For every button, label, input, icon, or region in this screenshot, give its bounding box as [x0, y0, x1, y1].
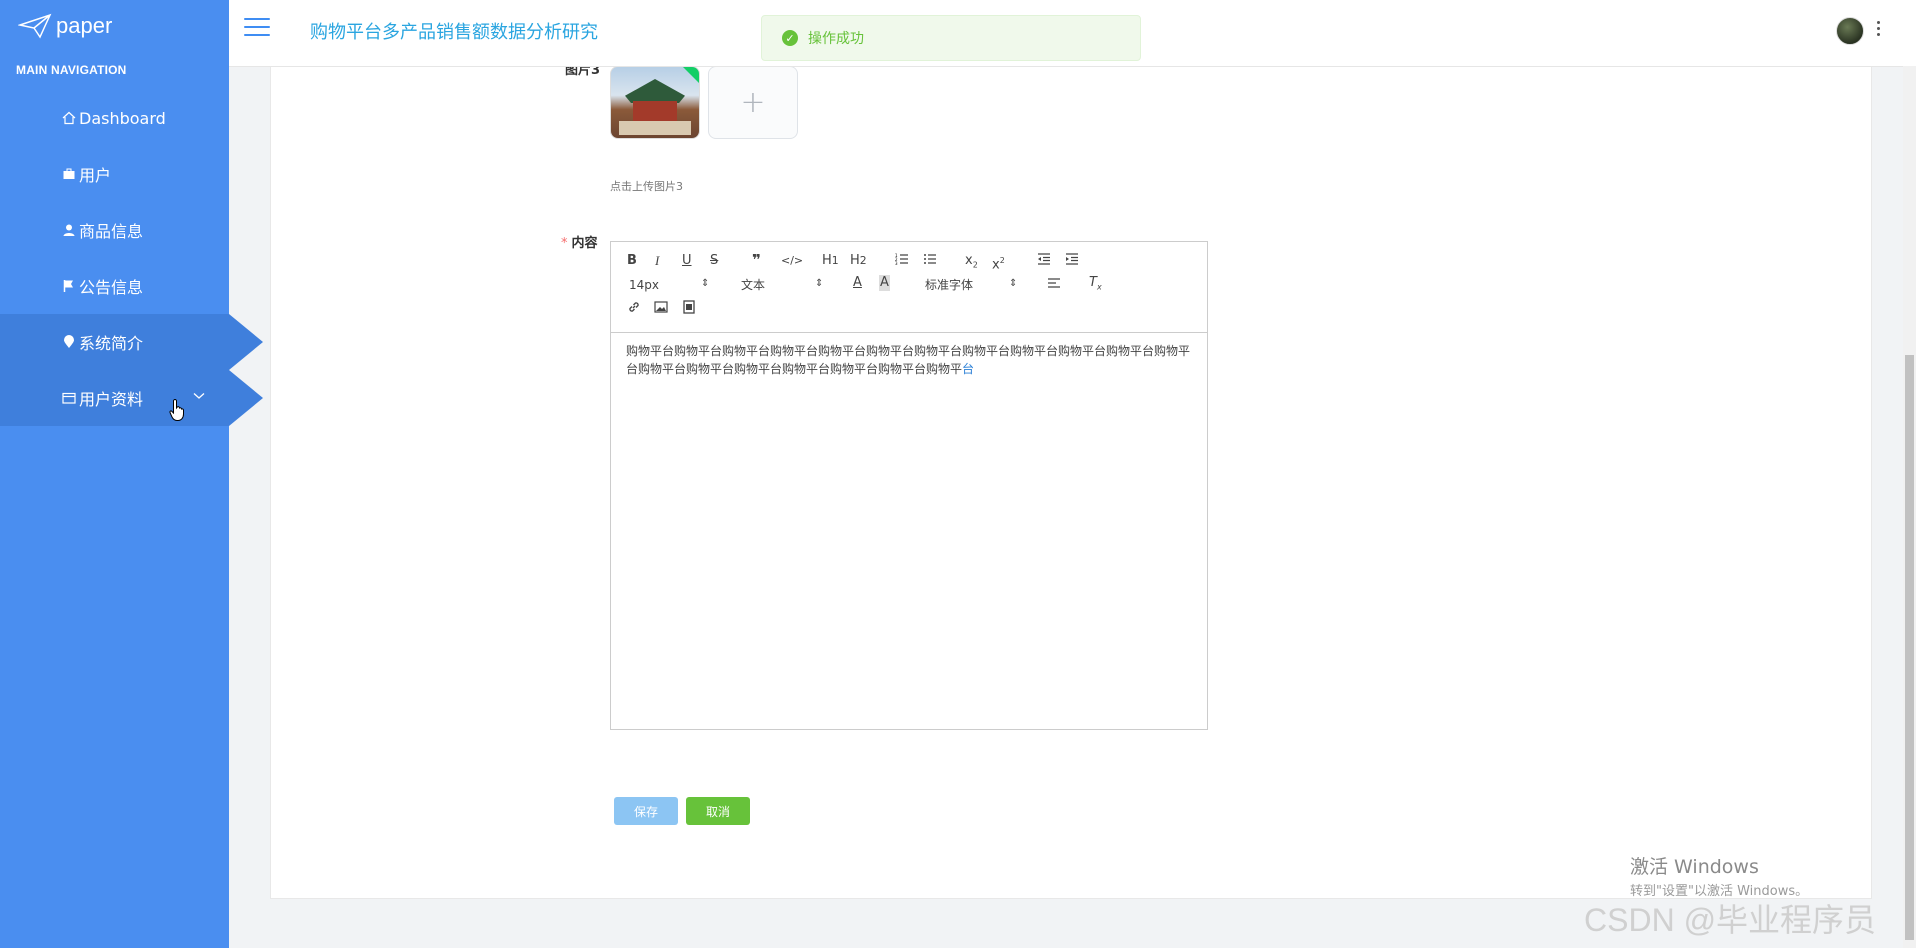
- sidebar-item-label: 用户: [79, 166, 112, 185]
- sidebar: paper MAIN NAVIGATION Dashboard 用户 商品信息 …: [0, 0, 263, 948]
- sidebar-nav: Dashboard 用户 商品信息 公告信息 系统简介 用户资料: [0, 90, 263, 426]
- editor-selected-text: 台: [962, 362, 975, 376]
- check-circle-icon: ✓: [782, 30, 798, 46]
- bold-icon[interactable]: B: [627, 253, 637, 269]
- more-vertical-icon[interactable]: [1877, 21, 1881, 41]
- video-icon[interactable]: [682, 300, 696, 319]
- sidebar-item-label: 公告信息: [79, 278, 144, 297]
- content-label-wrap: * 内容: [561, 232, 598, 251]
- sidebar-item-label: 系统简介: [79, 334, 144, 353]
- background-color-icon[interactable]: A: [879, 275, 890, 291]
- indent-icon[interactable]: [1065, 252, 1079, 271]
- card-icon: [62, 391, 76, 405]
- italic-icon[interactable]: I: [655, 253, 659, 269]
- flag-icon: [62, 279, 76, 293]
- hamburger-menu-icon[interactable]: [244, 18, 270, 40]
- pin-icon: [62, 335, 76, 349]
- underline-icon[interactable]: U: [682, 253, 692, 269]
- sidebar-item-system-intro[interactable]: 系统简介: [0, 314, 263, 370]
- image3-thumbnail[interactable]: [610, 66, 700, 139]
- h2-icon[interactable]: H2: [850, 253, 867, 269]
- align-icon[interactable]: [1047, 276, 1061, 295]
- scrollbar-thumb[interactable]: [1905, 355, 1914, 940]
- required-asterisk: *: [561, 236, 568, 251]
- sidebar-item-user-profile[interactable]: 用户资料: [0, 370, 263, 426]
- h1-icon[interactable]: H1: [822, 253, 839, 269]
- cancel-button[interactable]: 取消: [686, 797, 750, 825]
- sidebar-item-label: 用户资料: [79, 390, 144, 409]
- site-title: 购物平台多产品销售额数据分析研究: [310, 22, 598, 43]
- briefcase-icon: [62, 167, 76, 181]
- ordered-list-icon[interactable]: 123: [895, 252, 909, 271]
- link-icon[interactable]: [627, 300, 641, 319]
- strikethrough-icon[interactable]: S: [710, 253, 718, 269]
- sidebar-item-label: 商品信息: [79, 222, 144, 241]
- brand-logo[interactable]: paper: [18, 10, 112, 42]
- image-icon[interactable]: [654, 300, 668, 319]
- font-color-icon[interactable]: A: [853, 275, 862, 291]
- font-size-select[interactable]: 14px: [629, 277, 659, 293]
- plus-icon: +: [740, 85, 766, 120]
- outdent-icon[interactable]: [1037, 252, 1051, 271]
- font-family-select[interactable]: 标准字体: [925, 277, 973, 293]
- font-size-select-arrows-icon: ⇕: [701, 278, 710, 289]
- toast-message: 操作成功: [808, 31, 864, 47]
- nav-heading: MAIN NAVIGATION: [16, 63, 127, 77]
- bullet-list-icon[interactable]: [923, 252, 937, 271]
- chevron-down-icon: [193, 393, 205, 399]
- rich-text-editor[interactable]: B I U S ❞ </> H1 H2 123 x2 x2 14px ⇕ 文本 …: [610, 241, 1208, 730]
- sidebar-item-users[interactable]: 用户: [0, 146, 229, 202]
- windows-activation-title: 激活 Windows: [1630, 856, 1759, 878]
- font-family-select-arrows-icon: ⇕: [1009, 278, 1018, 289]
- avatar[interactable]: [1836, 17, 1864, 45]
- editor-toolbar: B I U S ❞ </> H1 H2 123 x2 x2 14px ⇕ 文本 …: [611, 242, 1207, 333]
- code-block-icon[interactable]: </>: [781, 253, 803, 269]
- subscript-icon[interactable]: x2: [965, 253, 978, 274]
- csdn-watermark: CSDN @毕业程序员: [1584, 902, 1877, 938]
- image3-hint: 点击上传图片3: [610, 180, 683, 193]
- brand-name: paper: [56, 13, 113, 38]
- top-header: 购物平台多产品销售额数据分析研究 ✓ 操作成功: [229, 0, 1916, 67]
- editor-content[interactable]: 购物平台购物平台购物平台购物平台购物平台购物平台购物平台购物平台购物平台购物平台…: [626, 342, 1196, 378]
- blockquote-icon[interactable]: ❞: [752, 252, 761, 268]
- heading-select-arrows-icon: ⇕: [815, 278, 824, 289]
- success-toast: ✓ 操作成功: [761, 15, 1141, 61]
- sidebar-item-label: Dashboard: [79, 108, 166, 128]
- sidebar-item-dashboard[interactable]: Dashboard: [0, 90, 229, 146]
- sidebar-item-announcements[interactable]: 公告信息: [0, 258, 229, 314]
- sidebar-item-products[interactable]: 商品信息: [0, 202, 229, 258]
- svg-text:3: 3: [895, 261, 898, 266]
- content-label: 内容: [571, 236, 598, 251]
- editor-body-text: 购物平台购物平台购物平台购物平台购物平台购物平台购物平台购物平台购物平台购物平台…: [626, 344, 1191, 376]
- save-button[interactable]: 保存: [614, 797, 678, 825]
- superscript-icon[interactable]: x2: [992, 253, 1005, 273]
- hand-cursor-icon: [169, 398, 184, 421]
- uploaded-check-icon: [683, 67, 699, 83]
- image3-upload-button[interactable]: +: [708, 66, 798, 139]
- heading-select[interactable]: 文本: [741, 277, 765, 293]
- clear-format-icon[interactable]: Tx: [1089, 275, 1102, 296]
- home-icon: [62, 111, 76, 125]
- user-icon: [62, 223, 76, 237]
- paper-plane-icon: [18, 13, 52, 39]
